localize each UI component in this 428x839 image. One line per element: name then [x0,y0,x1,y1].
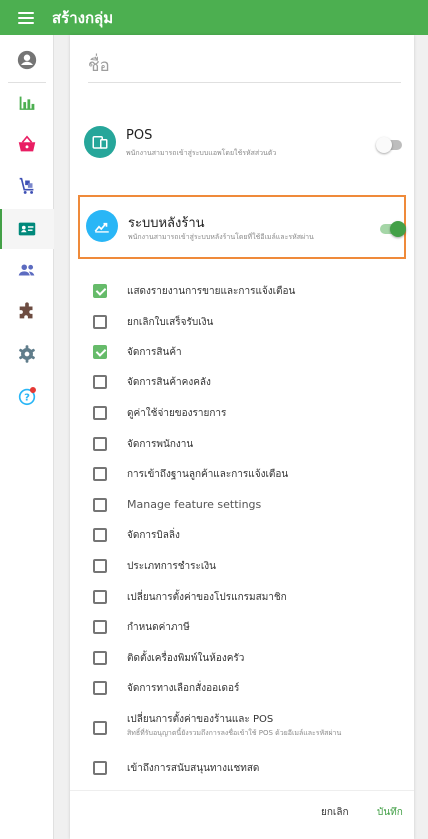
employee-card-icon [18,222,36,236]
permission-label: เปลี่ยนการตั้งค่าของร้านและ POS [127,714,274,725]
permission-checkbox[interactable] [93,590,107,604]
footer-divider [70,790,414,791]
permission-item[interactable]: จัดการทางเลือกสั่งออเดอร์ [93,678,393,698]
pos-device-icon [84,126,116,158]
group-name-input[interactable] [88,49,401,83]
permission-item[interactable]: แสดงรายงานการขายและการแจ้งเตือน [93,281,393,301]
permission-sublabel: สิทธิ์ที่รับอนุญาตนี้ยังรวมถึงการลงชื่อเ… [127,729,342,737]
backoffice-description: พนักงานสามารถเข้าสู่ระบบหลังร้านโดยที่ใช… [128,233,314,241]
permission-label: Manage feature settings [127,498,262,511]
create-group-form: POS พนักงานสามารถเข้าสู่ระบบแอพโดยใช้รหั… [70,35,414,839]
sidebar-item-reports[interactable] [0,83,54,123]
permission-item[interactable]: จัดการสินค้า [93,342,393,362]
sidebar-item-integrations[interactable] [0,292,54,332]
permission-checkbox[interactable] [93,345,107,359]
app-bar: สร้างกลุ่ม [0,0,428,35]
permission-item[interactable]: Manage feature settings [93,495,393,515]
bar-chart-icon [19,96,35,110]
backoffice-title: ระบบหลังร้าน [128,216,205,231]
backoffice-toggle[interactable] [380,221,406,237]
permission-checkbox[interactable] [93,315,107,329]
sidebar-item-help[interactable]: ? [0,376,54,416]
sidebar-nav: ? [0,35,54,839]
permission-checkbox[interactable] [93,681,107,695]
sidebar-item-inventory[interactable] [0,166,54,206]
svg-text:?: ? [24,393,30,404]
permission-label: เปลี่ยนการตั้งค่าของโปรแกรมสมาชิก [127,592,287,603]
sidebar-item-employees[interactable] [0,209,54,249]
permission-label: ประเภทการชำระเงิน [127,561,217,572]
permission-item[interactable]: การเข้าถึงฐานลูกค้าและการแจ้งเตือน [93,464,393,484]
sidebar-item-account[interactable] [0,40,54,80]
permission-label: เข้าถึงการสนับสนุนทางแชทสด [127,763,260,774]
permission-checkbox[interactable] [93,467,107,481]
basket-icon [18,135,36,152]
permission-item[interactable]: ประเภทการชำระเงิน [93,556,393,576]
permission-item[interactable]: จัดการสินค้าคงคลัง [93,372,393,392]
permission-checkbox[interactable] [93,559,107,573]
permission-label: ติดตั้งเครื่องพิมพ์ในห้องครัว [127,653,245,664]
permission-label: จัดการทางเลือกสั่งออเดอร์ [127,683,240,694]
permission-label: จัดการสินค้าคงคลัง [127,377,211,388]
permission-checkbox[interactable] [93,620,107,634]
permission-label: กำหนดค่าภาษี [127,622,190,633]
permission-checkbox[interactable] [93,528,107,542]
account-circle-icon [17,50,37,70]
cancel-button[interactable]: ยกเลิก [321,805,349,820]
permission-label: การเข้าถึงฐานลูกค้าและการแจ้งเตือน [127,469,289,480]
save-button[interactable]: บันทึก [377,805,403,820]
backoffice-chart-icon [86,210,118,242]
permission-label: จัดการบิลลิ่ง [127,530,180,541]
permission-label: จัดการพนักงาน [127,439,194,450]
pos-description: พนักงานสามารถเข้าสู่ระบบแอพโดยใช้รหัสส่ว… [126,149,277,157]
backoffice-access-row: ระบบหลังร้าน พนักงานสามารถเข้าสู่ระบบหลั… [78,195,406,259]
menu-icon[interactable] [18,11,34,24]
permission-checkbox[interactable] [93,721,107,735]
permission-checkbox[interactable] [93,437,107,451]
sidebar-item-customers[interactable] [0,250,54,290]
permission-label: ยกเลิกใบเสร็จรับเงิน [127,317,214,328]
permission-item[interactable]: เข้าถึงการสนับสนุนทางแชทสด [93,758,393,778]
permission-item[interactable]: กำหนดค่าภาษี [93,617,393,637]
notification-badge [29,387,36,394]
permission-checkbox[interactable] [93,406,107,420]
permission-item[interactable]: เปลี่ยนการตั้งค่าของร้านและ POS สิทธิ์ที่… [93,709,393,737]
page-title: สร้างกลุ่ม [52,8,114,27]
sidebar-item-items[interactable] [0,125,54,165]
settings-gear-icon [19,345,35,363]
pos-toggle[interactable] [376,137,402,153]
sidebar-item-settings[interactable] [0,334,54,374]
permission-checkbox[interactable] [93,651,107,665]
customers-icon [18,264,35,276]
permission-item[interactable]: ยกเลิกใบเสร็จรับเงิน [93,312,393,332]
permission-checkbox[interactable] [93,284,107,298]
pos-title: POS [126,128,153,143]
permission-item[interactable]: จัดการพนักงาน [93,434,393,454]
permission-checkbox[interactable] [93,761,107,775]
permission-label: แสดงรายงานการขายและการแจ้งเตือน [127,286,296,297]
permission-label: จัดการสินค้า [127,347,182,358]
permission-item[interactable]: เปลี่ยนการตั้งค่าของโปรแกรมสมาชิก [93,587,393,607]
help-icon: ? [18,387,36,406]
permission-checkbox[interactable] [93,498,107,512]
permission-item[interactable]: ดูค่าใช้จ่ายของรายการ [93,403,393,423]
permission-checkbox[interactable] [93,375,107,389]
permission-item[interactable]: จัดการบิลลิ่ง [93,525,393,545]
permission-item[interactable]: ติดตั้งเครื่องพิมพ์ในห้องครัว [93,648,393,668]
integrations-puzzle-icon [19,302,33,319]
permission-label: ดูค่าใช้จ่ายของรายการ [127,408,227,419]
pos-access-row: POS พนักงานสามารถเข้าสู่ระบบแอพโดยใช้รหั… [78,113,406,177]
inventory-cart-icon [19,177,34,194]
